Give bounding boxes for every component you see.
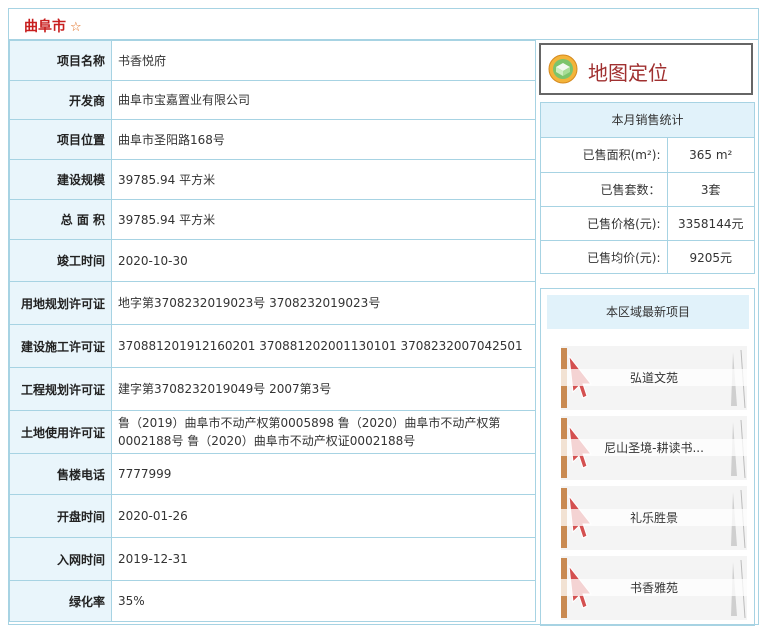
info-label: 项目名称 xyxy=(9,40,112,81)
sales-stats-table: 已售面积(m²): 365 m² 已售套数： 3套 已售价格(元): 3358144元… xyxy=(541,138,754,274)
info-label: 用地规划许可证 xyxy=(9,281,112,325)
project-info-table: 项目名称 书香悦府 开发商 曲阜市宝嘉置业有限公司 项目位置 曲阜市圣阳路168号 建… xyxy=(9,40,536,622)
info-label: 建设施工许可证 xyxy=(9,324,112,368)
stats-value: 365 m² xyxy=(689,147,733,162)
star-icon[interactable]: ☆ xyxy=(70,20,82,35)
info-value: 曲阜市宝嘉置业有限公司 xyxy=(111,80,536,120)
city-title: 曲阜市 ☆ xyxy=(24,16,82,36)
info-value: 2020-10-30 xyxy=(111,239,536,282)
stats-value: 9205元 xyxy=(667,239,754,274)
nearby-panel-title: 本区域最新项目 xyxy=(547,295,749,329)
info-label: 竣工时间 xyxy=(9,239,112,282)
info-row: 用地规划许可证 地字第3708232019023号 3708232019023号 xyxy=(9,281,536,325)
info-value: 书香悦府 xyxy=(111,40,536,81)
info-row: 开盘时间 2020-01-26 xyxy=(9,494,536,538)
info-row: 建设规模 39785.94 平方米 xyxy=(9,159,536,200)
nearby-project-card[interactable]: 弘道文苑 xyxy=(561,346,747,410)
stats-row: 已售面积(m²): 365 m² xyxy=(541,138,754,172)
info-label: 土地使用许可证 xyxy=(9,410,112,454)
stats-row: 已售价格(元): 3358144元 xyxy=(541,205,754,240)
nearby-project-card[interactable]: 尼山圣境-耕读书... xyxy=(561,416,747,480)
info-row: 绿化率 35% xyxy=(9,580,536,622)
monthly-sales-panel: 本月销售统计 已售面积(m²): 365 m² 已售套数： 3套 已售价格(元): 3… xyxy=(540,102,755,274)
info-row: 建设施工许可证 370881201912160201 37088120200113… xyxy=(9,324,536,368)
info-row: 项目位置 曲阜市圣阳路168号 xyxy=(9,119,536,160)
nearby-project-card[interactable]: 礼乐胜景 xyxy=(561,486,747,550)
info-value: 地字第3708232019023号 3708232019023号 xyxy=(111,281,536,325)
info-value: 35% xyxy=(111,580,536,622)
info-label: 绿化率 xyxy=(9,580,112,622)
info-value: 建字第3708232019049号 2007第3号 xyxy=(111,367,536,411)
info-label: 售楼电话 xyxy=(9,453,112,495)
info-row: 开发商 曲阜市宝嘉置业有限公司 xyxy=(9,80,536,120)
info-value: 2019-12-31 xyxy=(111,537,536,581)
info-value: 7777999 xyxy=(111,453,536,495)
info-row: 总 面 积 39785.94 平方米 xyxy=(9,199,536,240)
info-row: 土地使用许可证 鲁（2019）曲阜市不动产权第0005898 鲁（2020）曲阜市… xyxy=(9,410,536,454)
project-name: 礼乐胜景 xyxy=(561,509,747,526)
map-pin-icon xyxy=(548,54,578,84)
info-label: 入网时间 xyxy=(9,537,112,581)
info-row: 竣工时间 2020-10-30 xyxy=(9,239,536,282)
project-name: 书香雅苑 xyxy=(561,579,747,596)
city-name: 曲阜市 xyxy=(24,19,66,35)
sales-panel-title: 本月销售统计 xyxy=(541,103,754,138)
info-label: 项目位置 xyxy=(9,119,112,160)
info-label: 工程规划许可证 xyxy=(9,367,112,411)
info-label: 开盘时间 xyxy=(9,494,112,538)
info-value: 2020-01-26 xyxy=(111,494,536,538)
project-name: 弘道文苑 xyxy=(561,369,747,386)
stats-row: 已售套数： 3套 xyxy=(541,171,754,206)
stats-label: 已售均价(元): xyxy=(541,239,668,274)
map-location-button[interactable]: 地图定位 xyxy=(539,43,753,95)
info-value: 39785.94 平方米 xyxy=(111,159,536,200)
project-name: 尼山圣境-耕读书... xyxy=(561,439,747,456)
info-row: 项目名称 书香悦府 xyxy=(9,40,536,81)
info-value: 39785.94 平方米 xyxy=(111,199,536,240)
info-row: 入网时间 2019-12-31 xyxy=(9,537,536,581)
info-row: 工程规划许可证 建字第3708232019049号 2007第3号 xyxy=(9,367,536,411)
stats-label: 已售套数： xyxy=(541,171,668,206)
header-bar: 曲阜市 ☆ xyxy=(9,9,758,40)
stats-value: 3套 xyxy=(667,171,754,206)
info-label: 建设规模 xyxy=(9,159,112,200)
nearby-projects-panel: 本区域最新项目 弘道文苑 尼山圣境-耕读书... 礼乐胜景 书香雅苑 xyxy=(540,288,755,626)
nearby-project-card[interactable]: 书香雅苑 xyxy=(561,556,747,620)
stats-row: 已售均价(元): 9205元 xyxy=(541,239,754,274)
info-label: 开发商 xyxy=(9,80,112,120)
info-value: 370881201912160201 370881202001130101 37… xyxy=(111,324,536,368)
stats-value: 3358144元 xyxy=(667,205,754,240)
stats-label: 已售价格(元): xyxy=(541,205,668,240)
map-button-label: 地图定位 xyxy=(588,61,668,85)
info-row: 售楼电话 7777999 xyxy=(9,453,536,495)
stats-label: 已售面积(m²): xyxy=(541,138,668,172)
project-detail-panel: 曲阜市 ☆ 项目名称 书香悦府 开发商 曲阜市宝嘉置业有限公司 项目位置 曲阜市圣阳路1… xyxy=(8,8,759,626)
info-label: 总 面 积 xyxy=(9,199,112,240)
info-value: 鲁（2019）曲阜市不动产权第0005898 鲁（2020）曲阜市不动产权第00… xyxy=(111,410,536,454)
info-value: 曲阜市圣阳路168号 xyxy=(111,119,536,160)
